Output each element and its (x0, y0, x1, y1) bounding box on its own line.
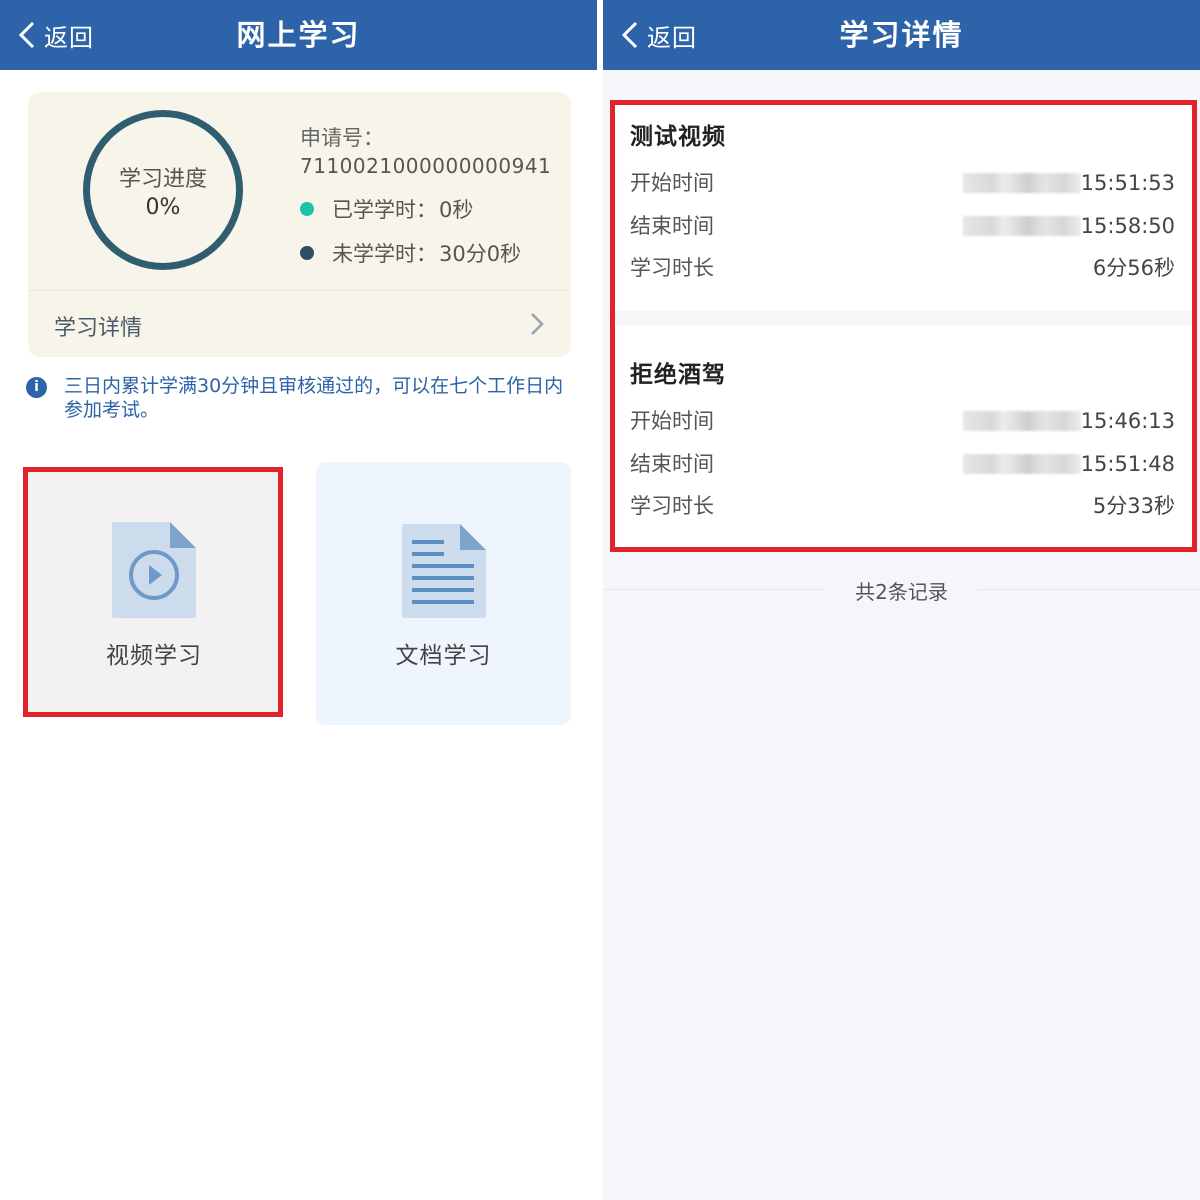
highlight-box (610, 100, 1197, 552)
progress-label: 学习进度 (118, 167, 207, 192)
study-details-label: 学习详情 (54, 316, 143, 341)
remaining-hours: 未学学时： 30分0秒 (300, 238, 565, 268)
progress-card: 学习进度 0% 申请号： 7110021000000000941 已学学时： 0… (28, 92, 571, 357)
studied-dot-icon (300, 202, 314, 216)
page-title: 网上学习 (236, 18, 361, 52)
nav-bar: 返回 学习详情 (603, 0, 1200, 70)
page-title: 学习详情 (839, 18, 964, 52)
document-file-icon (402, 524, 486, 618)
application-label: 申请号： (300, 126, 384, 150)
remaining-label: 未学学时： (332, 242, 437, 266)
document-study-label: 文档学习 (395, 643, 492, 669)
study-details-link[interactable]: 学习详情 (28, 291, 571, 357)
document-study-button[interactable]: 文档学习 (316, 462, 571, 725)
exam-notice: i 三日内累计学满30分钟且审核通过的，可以在七个工作日内参加考试。 (26, 374, 571, 422)
remaining-dot-icon (300, 246, 314, 260)
online-study-screen: 返回 网上学习 学习进度 0% 申请号： 7110021000000000941… (0, 0, 597, 1200)
records-footer: 共2条记录 (603, 570, 1200, 610)
record-count: 共2条记录 (855, 580, 948, 604)
notice-text: 三日内累计学满30分钟且审核通过的，可以在七个工作日内参加考试。 (64, 375, 564, 421)
studied-label: 已学学时： (332, 198, 437, 222)
nav-bar: 返回 网上学习 (0, 0, 597, 70)
remaining-value: 30分0秒 (439, 242, 522, 266)
highlight-box (23, 467, 283, 717)
studied-hours: 已学学时： 0秒 (300, 194, 565, 224)
chevron-right-icon (531, 313, 544, 335)
studied-value: 0秒 (439, 198, 474, 222)
application-info: 申请号： 7110021000000000941 已学学时： 0秒 未学学时： … (300, 124, 565, 268)
info-icon: i (26, 377, 47, 398)
progress-value: 0% (145, 195, 181, 220)
progress-ring: 学习进度 0% (83, 110, 243, 270)
application-number: 7110021000000000941 (300, 154, 552, 178)
